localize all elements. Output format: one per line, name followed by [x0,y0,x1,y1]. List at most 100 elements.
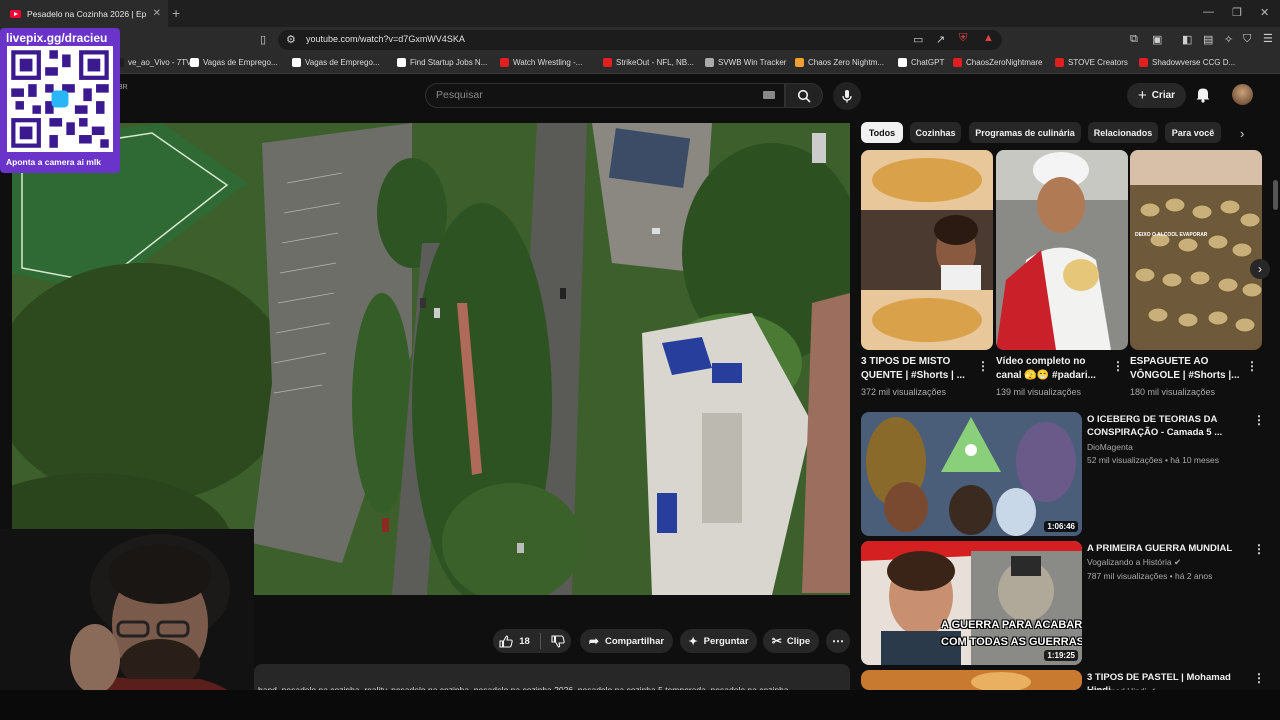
like-button[interactable]: 18 [499,634,530,648]
chip-relacionados[interactable]: Relacionados [1088,122,1158,143]
short-thumbnail[interactable] [996,150,1128,350]
bookmark-label: STOVE Creators [1068,58,1128,67]
bookmark-item[interactable]: SVWB Win Tracker [705,58,786,67]
video-duration: 1:06:46 [1044,521,1078,532]
bookmark-label: Find Startup Jobs N... [410,58,488,67]
bookmark-item[interactable]: STOVE Creators [1055,58,1128,67]
new-tab-icon[interactable]: + [172,5,180,21]
short-title[interactable]: Vídeo completo no canal 🫣😁 #padari... [996,355,1111,383]
browser-tab-active[interactable]: Pesadelo na Cozinha 2026 | Ep: 3 ✕ [0,0,168,27]
share-page-icon[interactable]: ↗ [936,33,945,46]
bookmark-item[interactable]: ChaosZeroNightmare [953,58,1042,67]
site-info-icon[interactable]: ⚙ [286,33,296,46]
account-avatar[interactable] [1232,84,1253,105]
bookmark-item[interactable]: Vagas de Emprego... [190,58,278,67]
shorts-next-button[interactable]: › [1250,259,1270,279]
share-button[interactable]: ➦ Compartilhar [580,629,673,653]
leo-ai-icon[interactable]: ✧ [1224,33,1233,46]
thumbnail-caption-line2: COM TODAS AS GUERRAS [941,636,1082,648]
video-thumbnail[interactable] [861,670,1082,690]
qr-title: livepix.gg/dracieu [6,31,108,45]
minimize-icon[interactable]: — [1203,6,1214,18]
address-bar-row: ▯ ⚙ ▭ ↗ ⛨ ▲ ⧉ ▣ ◧ ▤ ✧ ⛉ ☰ [0,27,1280,53]
keyboard-icon[interactable] [763,91,775,99]
brave-shield-icon[interactable]: ⛨ [959,32,967,45]
sidebar-toggle-icon[interactable]: ▣ [1152,33,1162,46]
chips-next-icon[interactable]: › [1240,126,1244,141]
bookmark-favicon-icon [953,58,962,67]
close-tab-icon[interactable]: ✕ [153,8,161,19]
chip-todos[interactable]: Todos [861,122,903,143]
short-thumbnail-image [1130,150,1262,350]
video-player[interactable] [12,123,850,595]
search-placeholder: Pesquisar [436,89,483,101]
bookmark-item[interactable]: Find Startup Jobs N... [397,58,487,67]
bookmark-favicon-icon [898,58,907,67]
notifications-bell-icon[interactable] [1195,86,1211,103]
browser-tab-bar: Pesadelo na Cozinha 2026 | Ep: 3 ✕ + — ❐… [0,0,1280,27]
bookmark-label: Shadowverse CCG D... [1152,58,1236,67]
short-thumbnail[interactable] [861,150,993,350]
bookmark-item[interactable]: Chaos Zero Nightm... [795,58,884,67]
chip-para-voce[interactable]: Para você [1165,122,1221,143]
create-button[interactable]: + Criar [1127,83,1186,108]
bookmark-star-icon[interactable]: ▯ [260,33,266,46]
thumbs-down-icon[interactable] [551,634,565,648]
bookmark-label: Watch Wrestling -... [513,58,583,67]
short-overlay-text: DEIXO O ALCOOL EVAPORAR [1135,232,1208,238]
wallet-icon[interactable]: ▤ [1203,33,1213,46]
short-thumbnail-image [996,150,1128,350]
video-thumbnail[interactable]: 1:06:46 [861,412,1082,536]
bookmark-favicon-icon [603,58,612,67]
rewards-icon[interactable]: ▲ [983,32,994,44]
bookmark-item[interactable]: Shadowverse CCG D... [1139,58,1235,67]
video-channel[interactable]: DioMagenta [1087,442,1133,452]
search-icon [797,89,811,103]
bookmark-item[interactable]: Watch Wrestling -... [500,58,582,67]
bookmark-favicon-icon [500,58,509,67]
panel-icon[interactable]: ◧ [1182,33,1192,46]
bookmark-item[interactable]: ve_ao_Vivo - 7TV [115,58,191,67]
search-button[interactable] [785,83,823,108]
youtube-favicon-icon [10,9,21,18]
short-menu-icon[interactable]: ⋮ [1246,359,1258,373]
menu-icon[interactable]: ☰ [1263,32,1273,45]
share-label: Compartilhar [604,635,665,647]
video-menu-icon[interactable]: ⋮ [1253,671,1265,685]
maximize-icon[interactable]: ❐ [1232,6,1242,19]
url-text[interactable]: youtube.com/watch?v=d7GxmWV4SKA [306,34,465,44]
extensions-icon[interactable]: ⧉ [1130,33,1138,46]
sidebar-scrollbar[interactable] [1273,180,1278,210]
short-menu-icon[interactable]: ⋮ [1112,359,1124,373]
bookmark-item[interactable]: ChatGPT [898,58,944,67]
video-channel[interactable]: Vogalizando a História ✔ [1087,557,1181,568]
divider [539,633,541,649]
taskbar-area [0,690,1280,720]
thumbs-up-icon [499,634,513,648]
video-title[interactable]: A PRIMEIRA GUERRA MUNDIAL [1087,542,1237,555]
chip-programas-culinaria[interactable]: Programas de culinária [969,122,1081,143]
ask-button[interactable]: ✦ Perguntar [680,629,757,653]
short-menu-icon[interactable]: ⋮ [977,359,989,373]
video-thumbnail-image [861,670,1082,690]
short-views: 180 mil visualizações [1130,387,1216,397]
bookmark-item[interactable]: StrikeOut - NFL, NB... [603,58,694,67]
cast-icon[interactable]: ▭ [913,33,923,46]
short-title[interactable]: 3 TIPOS DE MISTO QUENTE | #Shorts | ... [861,355,976,383]
short-views: 139 mil visualizações [996,387,1082,397]
voice-search-button[interactable] [833,82,861,110]
video-title[interactable]: O ICEBERG DE TEORIAS DA CONSPIRAÇÃO - Ca… [1087,413,1237,439]
video-duration: 1:19:25 [1044,650,1078,661]
bookmark-item[interactable]: Vagas de Emprego... [292,58,380,67]
more-actions-button[interactable]: ⋯ [826,629,850,653]
vpn-icon[interactable]: ⛉ [1243,33,1251,46]
video-menu-icon[interactable]: ⋮ [1253,542,1265,556]
video-thumbnail[interactable]: A GUERRA PARA ACABAR COM TODAS AS GUERRA… [861,541,1082,665]
short-thumbnail[interactable]: DEIXO O ALCOOL EVAPORAR [1130,150,1262,350]
chip-cozinhas[interactable]: Cozinhas [910,122,961,143]
like-dislike-group: 18 [493,629,571,653]
short-title[interactable]: ESPAGUETE AO VÔNGOLE | #Shorts |... [1130,355,1245,383]
clip-button[interactable]: ✂ Clipe [763,629,819,653]
video-menu-icon[interactable]: ⋮ [1253,413,1265,427]
close-window-icon[interactable]: ✕ [1260,6,1269,19]
